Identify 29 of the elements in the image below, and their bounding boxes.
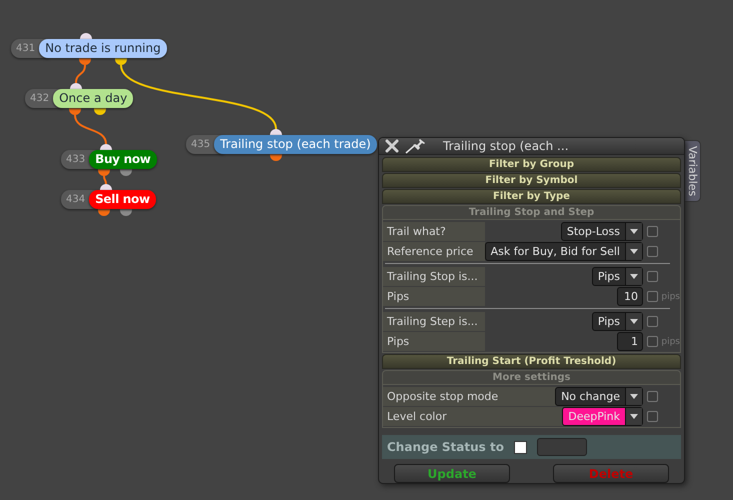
status-label: Change Status to [387,440,504,454]
section-header[interactable]: Filter by Type [382,189,681,204]
unit-label: pips [661,292,680,302]
section-header[interactable]: Filter by Group [382,157,681,172]
node-label[interactable]: Once a day [53,89,134,108]
update-button[interactable]: Update [394,464,510,483]
panel-title: Trailing stop (each ... [443,139,569,153]
field-label: Reference price [383,242,485,261]
dropdown[interactable]: Stop-Loss [560,222,643,241]
unit-label: pips [661,336,680,346]
field-label: Level color [383,407,563,426]
dropdown[interactable]: Pips [592,312,643,331]
number-field[interactable]: 1 [617,332,643,351]
field-label: Trail what? [383,222,485,241]
number-field[interactable]: 10 [617,287,643,306]
field-label: Pips [383,332,485,351]
variables-tab[interactable]: Variables [684,140,701,202]
section-header[interactable]: Trailing Start (Profit Treshold) [382,354,681,369]
node-label[interactable]: Buy now [89,150,157,169]
dropdown[interactable]: Ask for Buy, Bid for Sell [484,242,643,261]
field-label: Trailing Stop is... [383,267,485,286]
dropdown[interactable]: No change [555,387,643,406]
field-label: Trailing Step is... [383,312,485,331]
field-label: Pips [383,287,485,306]
section-header[interactable]: Filter by Symbol [382,173,681,188]
dropdown[interactable]: Pips [592,267,643,286]
node-label[interactable]: No trade is running [39,39,167,58]
node-label[interactable]: Trailing stop (each trade) [214,135,377,154]
node-label[interactable]: Sell now [89,190,156,209]
